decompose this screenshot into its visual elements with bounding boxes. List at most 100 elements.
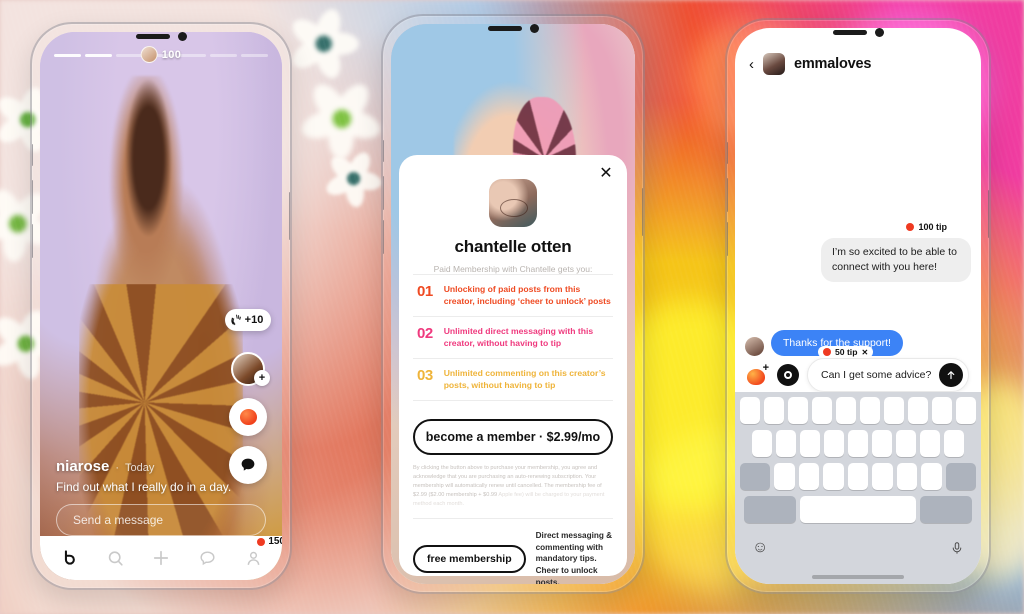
free-membership-description: Direct messaging & commenting with manda… [535, 530, 613, 584]
keyboard-key[interactable] [920, 430, 940, 457]
front-camera [874, 27, 884, 37]
story-username[interactable]: niarose [56, 458, 109, 475]
keyboard-key[interactable] [860, 397, 880, 424]
remove-tip-icon[interactable]: ✕ [861, 348, 868, 357]
avatar[interactable] [763, 53, 785, 75]
plus-icon [153, 550, 169, 566]
keyboard-key[interactable] [932, 397, 952, 424]
phone-chat: ‹ emmaloves 100 tip I’m so excited to be… [725, 18, 991, 594]
bottom-tab-bar: 150 [40, 536, 282, 580]
tab-search[interactable] [95, 541, 135, 575]
return-key[interactable] [920, 496, 972, 523]
attached-tip-chip[interactable]: 50 tip ✕ [818, 346, 874, 358]
story-message-placeholder: Send a message [73, 513, 164, 527]
keyboard-key[interactable] [921, 463, 943, 490]
clap-count: +10 [244, 314, 264, 326]
keyboard-key[interactable] [773, 463, 795, 490]
keyboard-key[interactable] [944, 430, 964, 457]
incoming-tip-amount: 100 tip [918, 222, 947, 232]
story-tip-total-badge: 100 [140, 46, 182, 63]
chat-username[interactable]: emmaloves [794, 56, 871, 72]
story-progress-segment [116, 54, 144, 57]
comment-icon [199, 550, 215, 565]
send-button[interactable] [939, 363, 963, 387]
become-member-button[interactable]: become a member · $2.99/mo [413, 418, 613, 455]
creator-name: chantelle otten [454, 237, 572, 256]
message-input[interactable]: 50 tip ✕ Can I get some advice? [807, 346, 969, 392]
keyboard-key[interactable] [896, 463, 918, 490]
keyboard-row [738, 397, 978, 424]
front-camera [177, 31, 187, 41]
incoming-tip-label: 100 tip [906, 222, 947, 232]
keyboard-key[interactable] [872, 430, 892, 457]
tip-dot-icon [823, 348, 831, 356]
space-key[interactable] [800, 496, 916, 523]
message-list: 100 tip I’m so excited to be able to con… [735, 82, 981, 356]
shift-key[interactable] [739, 463, 770, 490]
camera-icon[interactable] [777, 364, 799, 386]
free-membership-button[interactable]: free membership [413, 545, 526, 574]
keyboard-key[interactable] [752, 430, 772, 457]
tab-profile[interactable]: 150 [233, 536, 282, 575]
keyboard-key[interactable] [798, 463, 820, 490]
keyboard-key[interactable] [800, 430, 820, 457]
keyboard-key[interactable] [848, 430, 868, 457]
story-action-rail: +10 + [224, 300, 272, 484]
backspace-key[interactable] [946, 463, 977, 490]
story-progress-segment [209, 54, 237, 57]
clap-button[interactable]: +10 [224, 300, 272, 340]
message-input-value: Can I get some advice? [821, 369, 932, 381]
perk-item: 01 Unlocking of paid posts from this cre… [413, 274, 613, 316]
story-avatar-follow-button[interactable]: + [229, 350, 270, 388]
emoji-icon[interactable]: ☺ [752, 540, 768, 556]
microphone-icon[interactable] [950, 539, 964, 557]
keyboard-key[interactable] [884, 397, 904, 424]
clap-hands-icon [230, 314, 241, 326]
chevron-left-icon[interactable]: ‹ [749, 57, 754, 72]
keyboard-row [738, 430, 978, 457]
perk-text: Unlimited direct messaging with this cre… [443, 325, 594, 349]
keyboard-key[interactable] [896, 430, 916, 457]
media-plus-icon[interactable]: + [747, 362, 769, 385]
story-progress-segment [54, 54, 82, 57]
keyboard-bottom-row: ☺ [738, 529, 978, 557]
story-timestamp: Today [125, 462, 155, 474]
keyboard-key[interactable] [824, 430, 844, 457]
numbers-key[interactable] [744, 496, 796, 523]
camera-lens [784, 371, 792, 379]
plus-icon: + [762, 362, 769, 374]
story-progress-segment [178, 54, 206, 57]
profile-tip-badge: 150 [257, 536, 282, 547]
keyboard-key[interactable] [908, 397, 928, 424]
person-icon [247, 551, 259, 565]
tab-home[interactable] [49, 541, 89, 575]
screenshot-stage: 100 +10 + niarose · Today Find out what … [0, 0, 1024, 614]
keyboard-key[interactable] [872, 463, 893, 490]
comment-icon [241, 458, 255, 471]
keyboard-key[interactable] [812, 397, 832, 424]
story-message-input[interactable]: Send a message [56, 504, 266, 536]
keyboard-key[interactable] [788, 397, 808, 424]
arrow-up-icon [947, 371, 955, 380]
keyboard-key[interactable] [764, 397, 784, 424]
keyboard-key[interactable] [847, 463, 869, 490]
avatar: + [231, 352, 270, 386]
legal-disclaimer: By clicking the button above to purchase… [413, 464, 613, 509]
keyboard-key[interactable] [956, 397, 976, 424]
membership-subtitle: Paid Membership with Chantelle gets you: [433, 264, 593, 274]
logo-icon [64, 549, 75, 565]
story-progress-segment [85, 54, 113, 57]
membership-screen: ✕ chantelle otten Paid Membership with C… [391, 24, 635, 584]
onscreen-keyboard[interactable]: ☺ [735, 392, 981, 584]
keyboard-key[interactable] [823, 463, 844, 490]
close-icon[interactable]: ✕ [597, 165, 615, 183]
device-notch [461, 16, 565, 40]
comment-button[interactable] [229, 446, 267, 484]
tab-messages[interactable] [187, 541, 227, 575]
keyboard-key[interactable] [740, 397, 760, 424]
tip-tomato-button[interactable] [229, 398, 267, 436]
keyboard-key[interactable] [776, 430, 796, 457]
tab-create[interactable] [141, 541, 181, 575]
keyboard-key[interactable] [836, 397, 856, 424]
perk-text: Unlocking of paid posts from this creato… [443, 284, 611, 307]
